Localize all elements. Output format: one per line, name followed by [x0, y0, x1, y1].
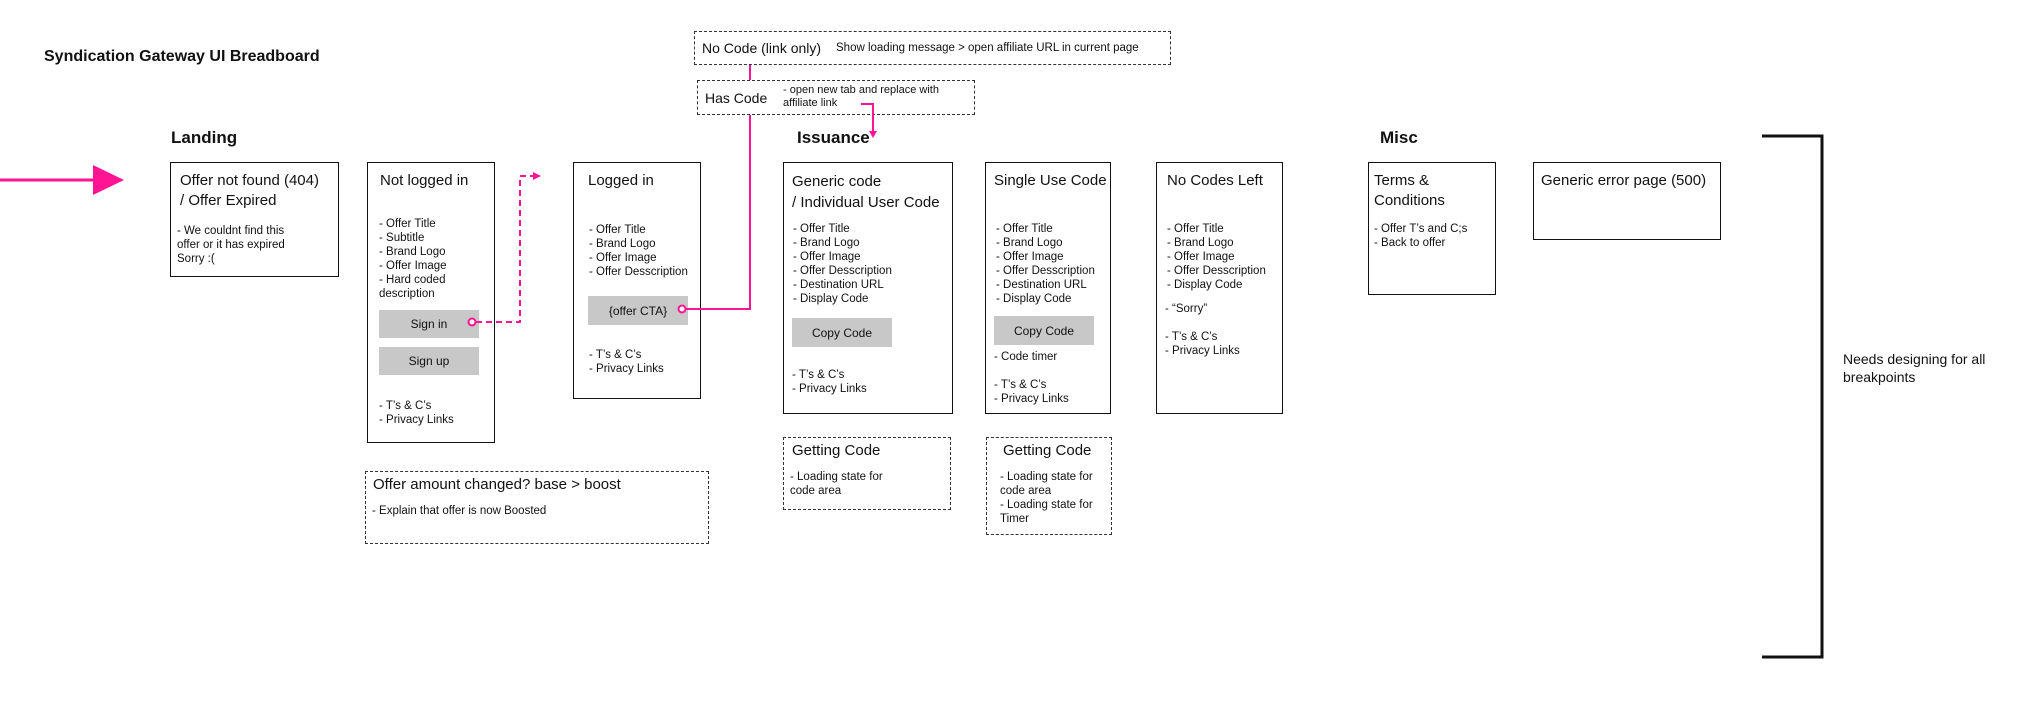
- screen-generic-error[interactable]: Generic error page (500): [1533, 162, 1721, 240]
- sign-up-button[interactable]: Sign up: [379, 347, 479, 375]
- entry-arrow-icon: [0, 165, 124, 195]
- generic-getting-code-note: Getting Code - Loading state for code ar…: [783, 437, 951, 510]
- screen-title: Generic error page (500): [1541, 172, 1707, 189]
- screen-title: Offer not found (404) / Offer Expired: [180, 172, 319, 209]
- screen-items: - Offer Title - Brand Logo - Offer Image…: [589, 224, 688, 278]
- no-code-note: No Code (link only) Show loading message…: [694, 31, 1171, 65]
- screen-title: Generic code / Individual User Code: [792, 173, 940, 211]
- sign-in-button[interactable]: Sign in: [379, 310, 479, 338]
- note-title: Offer amount changed? base > boost: [373, 476, 621, 493]
- screen-single-use-code[interactable]: Single Use Code - Offer Title - Brand Lo…: [985, 162, 1111, 414]
- screen-items: - Offer Title - Brand Logo - Offer Image…: [996, 223, 1095, 305]
- screen-footer: - T’s & C’s - Privacy Links: [1165, 331, 1240, 357]
- note-title: Getting Code: [1003, 442, 1092, 459]
- section-misc-heading: Misc: [1380, 128, 1418, 147]
- breakpoints-note: Needs designing for all breakpoints: [1843, 351, 1986, 385]
- screen-not-logged-in[interactable]: Not logged in - Offer Title - Subtitle -…: [367, 162, 495, 443]
- screen-items: - We couldnt find this offer or it has e…: [177, 225, 285, 265]
- note-items: - Loading state for code area: [790, 471, 883, 497]
- screen-title: Logged in: [588, 172, 654, 189]
- screen-no-codes-left[interactable]: No Codes Left - Offer Title - Brand Logo…: [1156, 162, 1283, 414]
- offer-cta-button[interactable]: {offer CTA}: [588, 296, 688, 325]
- screen-terms-conditions[interactable]: Terms & Conditions - Offer T’s and C;s -…: [1368, 162, 1496, 295]
- screen-title: Single Use Code: [994, 172, 1107, 189]
- no-code-title: No Code (link only): [702, 40, 822, 56]
- screen-logged-in[interactable]: Logged in - Offer Title - Brand Logo - O…: [573, 162, 701, 399]
- screen-generic-code[interactable]: Generic code / Individual User Code - Of…: [783, 162, 953, 414]
- code-timer-label: - Code timer: [994, 351, 1058, 363]
- copy-code-button[interactable]: Copy Code: [994, 316, 1094, 345]
- section-landing-heading: Landing: [171, 128, 238, 147]
- has-code-text: - open new tab and replace with affiliat…: [783, 84, 939, 109]
- copy-code-button[interactable]: Copy Code: [792, 318, 892, 347]
- screen-offer-not-found[interactable]: Offer not found (404) / Offer Expired - …: [170, 162, 339, 277]
- screen-items: - Offer Title - Subtitle - Brand Logo - …: [379, 218, 447, 300]
- section-issuance-heading: Issuance: [797, 128, 870, 147]
- screen-footer: - T’s & C’s - Privacy Links: [379, 400, 454, 426]
- screen-items: - Offer Title - Brand Logo - Offer Image…: [1167, 223, 1266, 291]
- has-code-title: Has Code: [705, 90, 768, 106]
- breakpoints-bracket: [1762, 134, 1824, 659]
- screen-title: Terms & Conditions: [1374, 172, 1445, 209]
- screen-items: - Offer T’s and C;s - Back to offer: [1374, 223, 1468, 249]
- screen-footer: - T’s & C’s - Privacy Links: [994, 379, 1069, 405]
- sorry-label: - “Sorry”: [1165, 303, 1208, 315]
- offer-changed-note: Offer amount changed? base > boost - Exp…: [365, 471, 709, 544]
- page-title: Syndication Gateway UI Breadboard: [44, 48, 320, 65]
- screen-title: No Codes Left: [1167, 172, 1263, 189]
- note-title: Getting Code: [792, 442, 881, 459]
- screen-footer: - T’s & C’s - Privacy Links: [589, 349, 664, 375]
- screen-title: Not logged in: [380, 172, 469, 189]
- single-getting-code-note: Getting Code - Loading state for code ar…: [986, 437, 1112, 535]
- screen-items: - Offer Title - Brand Logo - Offer Image…: [793, 223, 892, 305]
- no-code-text: Show loading message > open affiliate UR…: [836, 42, 1139, 54]
- has-code-note: Has Code - open new tab and replace with…: [697, 80, 975, 115]
- screen-footer: - T’s & C’s - Privacy Links: [792, 369, 867, 395]
- note-items: - Loading state for code area - Loading …: [1000, 471, 1093, 525]
- note-items: - Explain that offer is now Boosted: [372, 505, 547, 517]
